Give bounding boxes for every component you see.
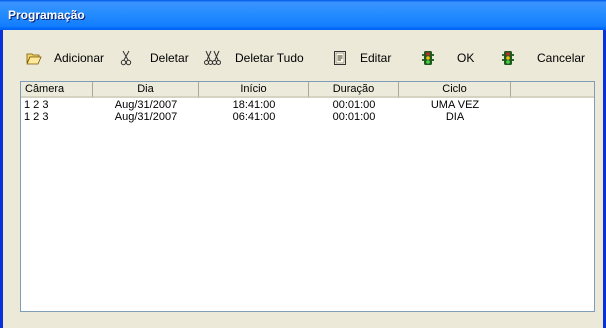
traffic-light-icon [419,50,437,66]
ok-label: OK [457,51,475,65]
schedule-list[interactable]: Câmera Dia Início Duração Ciclo 1 2 3 Au… [20,81,595,312]
ok-button[interactable]: OK [419,49,474,67]
cell-camera: 1 2 3 [24,111,49,123]
cell-day: Aug/31/2007 [114,111,178,123]
cell-start: 06:41:00 [232,111,276,123]
window-title: Programação [8,8,85,22]
column-header-filler [511,82,594,98]
double-scissors-icon [204,50,222,66]
cell-camera: 1 2 3 [24,99,49,111]
delete-all-label: Deletar Tudo [235,51,304,65]
cell-start: 18:41:00 [232,99,276,111]
edit-label: Editar [360,51,392,65]
list-rows: 1 2 3 Aug/31/2007 18:41:00 00:01:00 UMA … [21,99,594,123]
cancel-button[interactable]: Cancelar [499,49,585,67]
table-row[interactable]: 1 2 3 Aug/31/2007 18:41:00 00:01:00 UMA … [21,99,594,111]
delete-all-button[interactable]: Deletar Tudo [204,49,304,67]
add-label: Adicionar [54,51,105,65]
column-header-day[interactable]: Dia [93,82,199,98]
table-row[interactable]: 1 2 3 Aug/31/2007 06:41:00 00:01:00 DIA [21,111,594,123]
column-header-cycle[interactable]: Ciclo [399,82,511,98]
open-folder-icon [25,50,43,66]
delete-label: Deletar [150,51,189,65]
cell-cycle: UMA VEZ [430,99,480,111]
column-header-start[interactable]: Início [199,82,309,98]
column-header-duration[interactable]: Duração [309,82,399,98]
delete-button[interactable]: Deletar [117,49,189,67]
cell-duration: 00:01:00 [332,99,376,111]
title-bar[interactable]: Programação [0,0,606,30]
toolbar: Adicionar Deletar Deletar Tudo Editar OK… [0,30,606,78]
cell-duration: 00:01:00 [332,111,376,123]
cell-cycle: DIA [445,111,465,123]
document-icon [331,50,349,66]
list-header: Câmera Dia Início Duração Ciclo [21,82,594,98]
scissors-icon [117,50,135,66]
cell-day: Aug/31/2007 [114,99,178,111]
traffic-light-icon [499,50,517,66]
add-button[interactable]: Adicionar [25,49,104,67]
column-header-camera[interactable]: Câmera [21,82,93,98]
edit-button[interactable]: Editar [331,49,391,67]
cancel-label: Cancelar [537,51,586,65]
